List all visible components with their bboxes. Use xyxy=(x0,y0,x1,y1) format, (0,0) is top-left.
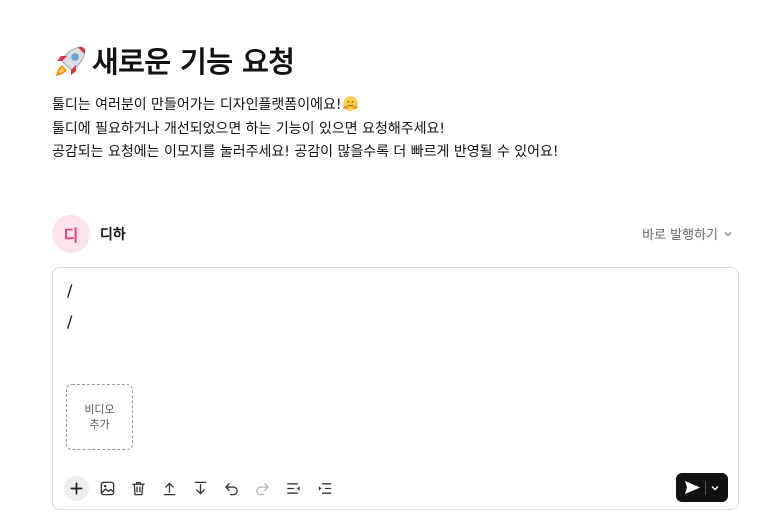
add-video-label: 비디오 xyxy=(84,403,115,416)
editor-line[interactable]: / xyxy=(67,312,72,331)
description-line: 툴디는 여러분이 만들어가는 디자인플랫폼이에요! xyxy=(52,94,559,118)
add-video-label: 추가 xyxy=(89,418,110,431)
indent-button[interactable] xyxy=(311,475,337,501)
move-up-button[interactable] xyxy=(156,475,182,501)
author-info: 디 디하 xyxy=(52,215,126,253)
add-video-button[interactable]: 비디오 추가 xyxy=(66,384,133,450)
add-block-button[interactable] xyxy=(64,475,89,501)
post-editor[interactable]: / / 비디오 추가 xyxy=(52,267,739,510)
publish-dropdown[interactable]: 바로 발행하기 xyxy=(642,224,733,243)
image-icon xyxy=(100,481,114,495)
move-down-button[interactable] xyxy=(187,475,213,501)
undo-button[interactable] xyxy=(218,475,244,501)
undo-icon xyxy=(224,482,238,495)
chevron-down-icon xyxy=(724,231,732,236)
description-line: 공감되는 요청에는 이모지를 눌러주세요! 공감이 많을수록 더 빠르게 반영될… xyxy=(52,144,559,160)
indent-icon xyxy=(318,482,331,494)
send-icon xyxy=(685,481,700,494)
page-title: 새로운 기능 요청 xyxy=(52,42,295,82)
plus-icon xyxy=(70,481,83,495)
author-name: 디하 xyxy=(100,227,126,243)
avatar[interactable]: 디 xyxy=(52,215,90,253)
publish-label: 바로 발행하기 xyxy=(642,228,718,243)
editor-line[interactable]: / xyxy=(67,281,72,300)
chevron-down-icon[interactable] xyxy=(710,483,720,493)
outdent-button[interactable] xyxy=(280,475,306,501)
arrow-down-icon xyxy=(194,481,206,494)
send-button[interactable] xyxy=(676,473,728,502)
rocket-icon xyxy=(56,46,86,76)
page-description: 툴디는 여러분이 만들어가는 디자인플랫폼이에요! 툴디에 필요하거나 개선되었… xyxy=(52,94,559,165)
outdent-icon xyxy=(286,482,300,494)
redo-icon xyxy=(255,482,269,495)
editor-toolbar xyxy=(64,475,342,501)
insert-image-button[interactable] xyxy=(94,475,120,501)
hugging-face-icon xyxy=(343,96,359,111)
delete-button[interactable] xyxy=(125,475,151,501)
page-title-text: 새로운 기능 요청 xyxy=(92,45,295,79)
send-divider xyxy=(705,480,706,495)
description-line: 툴디에 필요하거나 개선되었으면 하는 기능이 있으면 요청해주세요! xyxy=(52,120,445,137)
arrow-up-icon xyxy=(163,482,175,495)
redo-button[interactable] xyxy=(249,475,275,501)
trash-icon xyxy=(131,481,145,495)
